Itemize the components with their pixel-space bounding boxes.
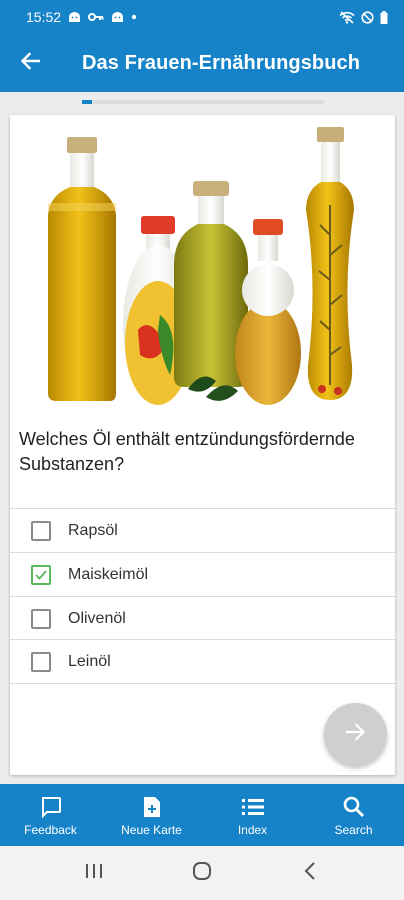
wifi-off-icon <box>339 10 355 24</box>
status-time: 15:52 <box>26 9 62 25</box>
recents-button[interactable] <box>64 853 124 893</box>
progress-fill <box>82 100 92 104</box>
do-not-disturb-icon <box>361 10 374 24</box>
quiz-card: Welches Öl enthält entzündungsfördernde … <box>10 115 395 775</box>
question-text: Welches Öl enthält entzündungsfördernde … <box>19 429 355 474</box>
home-icon <box>192 861 212 886</box>
divider <box>10 683 395 684</box>
option-rapsoel[interactable]: Rapsöl <box>10 509 395 552</box>
arrow-left-icon <box>20 51 41 75</box>
option-maiskeimoel[interactable]: Maiskeimöl <box>10 553 395 596</box>
feedback-icon <box>40 794 62 820</box>
home-button[interactable] <box>172 853 232 893</box>
next-button[interactable] <box>324 703 387 766</box>
list-icon <box>241 794 264 820</box>
android-icon <box>111 11 124 23</box>
progress-bar <box>82 100 324 104</box>
option-label: Rapsöl <box>68 521 118 539</box>
nav-new-card[interactable]: Neue Karte <box>101 784 202 846</box>
option-olivenoel[interactable]: Olivenöl <box>10 597 395 640</box>
checkbox[interactable] <box>31 520 51 541</box>
option-label: Olivenöl <box>68 609 126 627</box>
nav-index[interactable]: Index <box>202 784 303 846</box>
page-title: Das Frauen-Ernährungsbuch <box>82 51 361 74</box>
battery-icon <box>380 10 388 24</box>
back-icon <box>304 861 316 885</box>
option-label: Leinöl <box>68 652 111 670</box>
new-card-icon <box>143 794 161 820</box>
back-button[interactable] <box>0 34 60 92</box>
nav-search[interactable]: Search <box>303 784 404 846</box>
checkbox-checked[interactable] <box>31 564 51 585</box>
checkbox[interactable] <box>31 608 51 629</box>
nav-feedback[interactable]: Feedback <box>0 784 101 846</box>
android-icon <box>68 11 81 23</box>
checkbox[interactable] <box>31 651 51 672</box>
option-leinoel[interactable]: Leinöl <box>10 640 395 683</box>
search-icon <box>343 794 365 820</box>
option-label: Maiskeimöl <box>68 565 149 583</box>
bottom-navigation: Feedback Neue Karte Index Search <box>0 784 404 846</box>
nav-label: Neue Karte <box>121 822 182 837</box>
dot-icon <box>131 14 137 20</box>
recents-icon <box>85 863 103 884</box>
nav-label: Feedback <box>24 822 77 837</box>
nav-label: Search <box>334 822 373 837</box>
nav-label: Index <box>237 822 268 837</box>
key-icon <box>88 12 104 22</box>
status-bar: 15:52 <box>0 0 404 34</box>
checkmark-icon <box>35 569 47 580</box>
system-back-button[interactable] <box>280 853 340 893</box>
arrow-right-icon <box>345 723 366 746</box>
system-navigation <box>0 846 404 900</box>
app-bar: Das Frauen-Ernährungsbuch <box>0 34 404 92</box>
oil-bottles-image <box>10 115 395 415</box>
